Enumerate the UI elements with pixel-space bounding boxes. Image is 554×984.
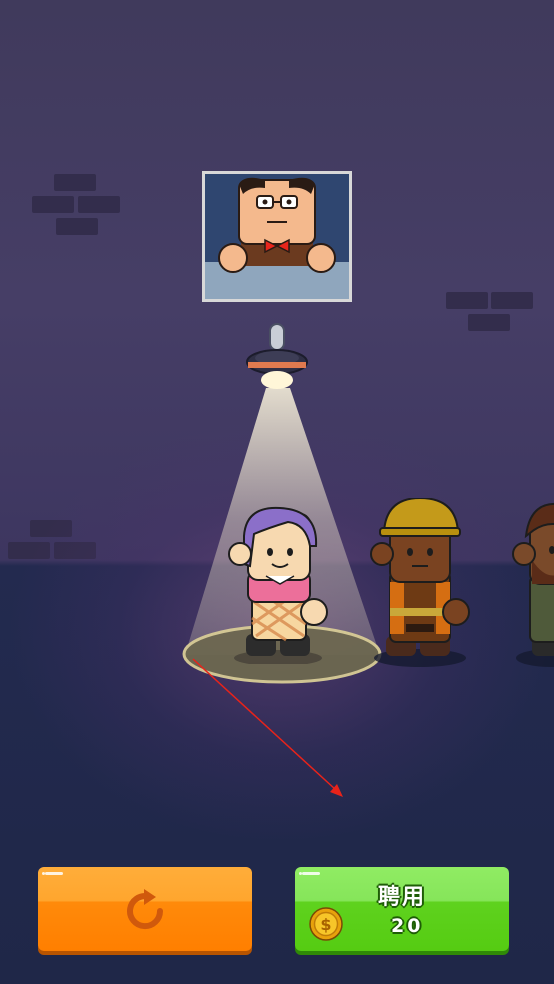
boss-portrait: [202, 171, 352, 302]
wall-brick: [446, 292, 488, 309]
coin-icon: $: [309, 907, 343, 941]
wall-brick: [54, 174, 96, 191]
boss-portrait-icon: [205, 174, 349, 299]
candidate-construction-worker[interactable]: [366, 498, 474, 670]
wall-brick: [32, 196, 74, 213]
wall-brick: [78, 196, 120, 213]
wall-brick: [491, 292, 533, 309]
wall-brick: [468, 314, 510, 331]
ceiling-lamp-icon: [246, 323, 308, 389]
svg-text:$: $: [320, 915, 331, 934]
button-shine-dot: [42, 872, 45, 875]
hire-price: 20: [391, 915, 424, 937]
button-shine-dot: [299, 872, 302, 875]
reroll-button[interactable]: [38, 867, 252, 951]
button-shine: [302, 872, 320, 875]
refresh-icon: [127, 889, 164, 930]
hire-button[interactable]: 聘用 $ 20: [295, 867, 509, 951]
button-shine: [45, 872, 63, 875]
candidate-bearded-man[interactable]: [512, 500, 554, 670]
game-scene: 聘用 $ 20: [0, 0, 554, 984]
candidate-purple-hair-girl[interactable]: [226, 506, 332, 664]
wall-brick: [56, 218, 98, 235]
